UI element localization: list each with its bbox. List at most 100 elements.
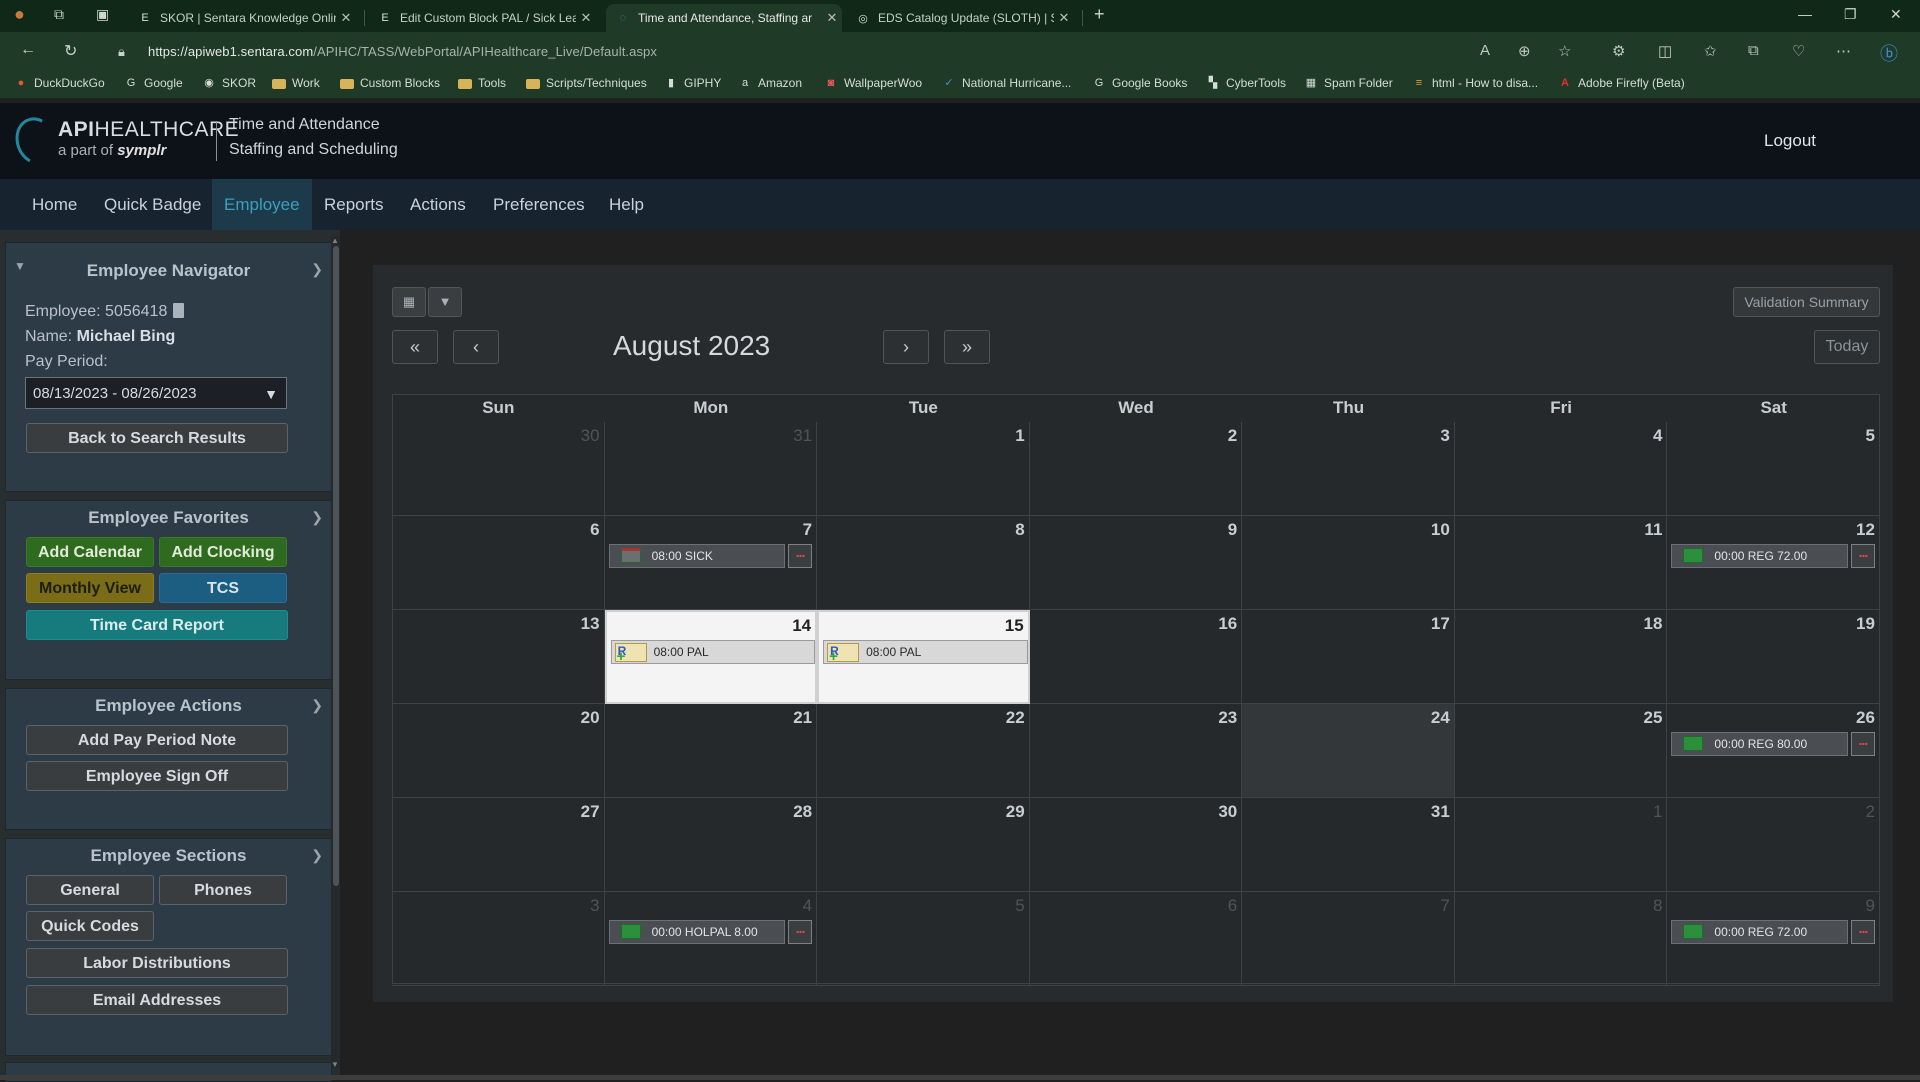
- event-more-button[interactable]: ...: [1850, 544, 1875, 568]
- calculator-icon[interactable]: [173, 303, 185, 318]
- browser-tab-active[interactable]: ◌ Time and Attendance, Staffing ar ✕: [606, 4, 842, 32]
- first-month-button[interactable]: «: [392, 330, 438, 364]
- menu-home[interactable]: Home: [20, 179, 89, 230]
- calendar-day-cell[interactable]: 7 08:00 SICK...: [604, 516, 818, 610]
- lock-icon[interactable]: 🔒︎: [118, 44, 125, 60]
- calendar-day-cell[interactable]: 26 00:00 REG 80.00...: [1667, 704, 1880, 798]
- event-more-button[interactable]: ...: [1850, 920, 1875, 944]
- chevron-down-icon[interactable]: ❯: [311, 261, 323, 278]
- calendar-day-cell[interactable]: 13: [392, 610, 605, 704]
- bookmark-duckduckgo[interactable]: ● DuckDuckGo: [14, 76, 105, 90]
- calendar-day-cell[interactable]: 31: [604, 422, 818, 516]
- event-more-button[interactable]: ...: [1850, 732, 1875, 756]
- bookmark-spam-folder[interactable]: ▦ Spam Folder: [1304, 76, 1393, 90]
- favorite-star-icon[interactable]: ☆: [1558, 42, 1571, 60]
- sidebar-scroll-thumb[interactable]: [333, 246, 339, 886]
- browser-profile-icon[interactable]: ●: [14, 4, 25, 25]
- today-button[interactable]: Today: [1814, 330, 1880, 364]
- tab-actions-icon[interactable]: ▣: [96, 6, 109, 23]
- calendar-day-cell[interactable]: 23: [1029, 704, 1243, 798]
- tab-close-icon[interactable]: ✕: [576, 10, 596, 26]
- calendar-day-cell[interactable]: 5: [817, 892, 1030, 986]
- tab-close-icon[interactable]: ✕: [336, 10, 356, 26]
- extensions-icon[interactable]: ⚙: [1612, 42, 1625, 60]
- bookmark-custom-blocks[interactable]: Custom Blocks: [340, 76, 440, 90]
- menu-help[interactable]: Help: [597, 179, 656, 230]
- quick-codes-button[interactable]: Quick Codes: [26, 911, 154, 941]
- menu-employee[interactable]: Employee: [212, 179, 312, 230]
- event-more-button[interactable]: ...: [788, 544, 813, 568]
- calendar-day-cell[interactable]: 18: [1454, 610, 1668, 704]
- schedule-event[interactable]: 00:00 HOLPAL 8.00: [608, 920, 786, 944]
- employee-sign-off-button[interactable]: Employee Sign Off: [26, 761, 288, 791]
- logout-link[interactable]: Logout: [1764, 131, 1816, 151]
- bookmark-scripts[interactable]: Scripts/Techniques: [526, 76, 647, 90]
- general-button[interactable]: General: [26, 875, 154, 905]
- labor-distributions-button[interactable]: Labor Distributions: [26, 948, 288, 978]
- bookmark-html[interactable]: ≡ html - How to disa...: [1412, 76, 1538, 90]
- calendar-day-cell[interactable]: 4: [1454, 422, 1668, 516]
- zoom-icon[interactable]: ⊕: [1518, 42, 1531, 60]
- calendar-day-cell[interactable]: 6: [1029, 892, 1243, 986]
- favorites-icon[interactable]: ✩: [1704, 42, 1717, 60]
- calendar-day-cell[interactable]: 2: [1667, 798, 1880, 892]
- bookmark-work[interactable]: Work: [272, 76, 320, 90]
- next-month-button[interactable]: ›: [883, 330, 929, 364]
- browser-essentials-icon[interactable]: ♡: [1792, 42, 1805, 60]
- add-pay-period-note-button[interactable]: Add Pay Period Note: [26, 725, 288, 755]
- calendar-day-cell[interactable]: 8: [1454, 892, 1668, 986]
- email-addresses-button[interactable]: Email Addresses: [26, 985, 288, 1015]
- calendar-day-cell[interactable]: 7: [1242, 892, 1455, 986]
- refresh-icon[interactable]: ↻: [64, 41, 77, 61]
- schedule-event[interactable]: 08:00 PAL: [823, 640, 1028, 664]
- chevron-down-icon[interactable]: ❯: [311, 697, 323, 714]
- calendar-day-cell[interactable]: 3: [392, 892, 605, 986]
- calendar-day-cell[interactable]: 1: [1454, 798, 1668, 892]
- copilot-icon[interactable]: ⓑ: [1880, 40, 1898, 66]
- calendar-day-cell[interactable]: 11: [1454, 516, 1668, 610]
- browser-tab[interactable]: E SKOR | Sentara Knowledge Onlin ✕: [128, 4, 356, 32]
- menu-quick-badge[interactable]: Quick Badge: [92, 179, 213, 230]
- time-card-report-button[interactable]: Time Card Report: [26, 610, 288, 640]
- pay-period-select[interactable]: 08/13/2023 - 08/26/2023 ▼: [25, 377, 287, 409]
- calendar-day-cell[interactable]: 19: [1667, 610, 1880, 704]
- tab-close-icon[interactable]: ✕: [1054, 10, 1074, 26]
- scroll-down-icon[interactable]: ▼: [331, 1060, 339, 1069]
- more-menu-icon[interactable]: ⋯: [1836, 42, 1851, 60]
- calendar-day-cell[interactable]: 9: [1029, 516, 1243, 610]
- add-clocking-button[interactable]: Add Clocking: [159, 537, 287, 567]
- prev-month-button[interactable]: ‹: [453, 330, 499, 364]
- calendar-day-cell[interactable]: 31: [1242, 798, 1455, 892]
- last-month-button[interactable]: »: [944, 330, 990, 364]
- calendar-day-cell[interactable]: 9 00:00 REG 72.00...: [1667, 892, 1880, 986]
- calendar-day-cell[interactable]: 10: [1242, 516, 1455, 610]
- bookmark-google[interactable]: G Google: [124, 76, 183, 90]
- calendar-day-cell[interactable]: 17: [1242, 610, 1455, 704]
- workspaces-icon[interactable]: ⧉: [54, 6, 64, 23]
- schedule-event[interactable]: 08:00 PAL: [610, 640, 816, 664]
- bookmark-adobe-firefly[interactable]: A Adobe Firefly (Beta): [1558, 76, 1685, 90]
- bookmark-google-books[interactable]: G Google Books: [1092, 76, 1188, 90]
- calendar-day-cell[interactable]: 21: [604, 704, 818, 798]
- calendar-day-cell[interactable]: 3: [1242, 422, 1455, 516]
- calendar-day-cell[interactable]: 29: [817, 798, 1030, 892]
- phones-button[interactable]: Phones: [159, 875, 287, 905]
- new-tab-icon[interactable]: +: [1094, 4, 1105, 25]
- read-aloud-icon[interactable]: A: [1480, 42, 1490, 59]
- bookmark-amazon[interactable]: a Amazon: [738, 76, 802, 90]
- calendar-day-cell[interactable]: 30: [1029, 798, 1243, 892]
- menu-preferences[interactable]: Preferences: [481, 179, 597, 230]
- chevron-down-icon[interactable]: ❯: [311, 847, 323, 864]
- browser-tab[interactable]: ◎ EDS Catalog Update (SLOTH) | Sl ✕: [846, 4, 1074, 32]
- add-calendar-button[interactable]: Add Calendar: [26, 537, 154, 567]
- calendar-day-cell[interactable]: 25: [1454, 704, 1668, 798]
- calendar-day-cell[interactable]: 15 08:00 PAL: [817, 610, 1030, 704]
- calendar-day-cell[interactable]: 6: [392, 516, 605, 610]
- tcs-button[interactable]: TCS: [159, 573, 287, 603]
- scroll-up-icon[interactable]: ▲: [331, 236, 339, 245]
- schedule-event[interactable]: 00:00 REG 72.00: [1671, 920, 1848, 944]
- schedule-event[interactable]: 00:00 REG 72.00: [1671, 544, 1848, 568]
- calendar-day-cell[interactable]: 27: [392, 798, 605, 892]
- bookmark-tools[interactable]: Tools: [458, 76, 506, 90]
- minimize-icon[interactable]: —: [1798, 6, 1812, 22]
